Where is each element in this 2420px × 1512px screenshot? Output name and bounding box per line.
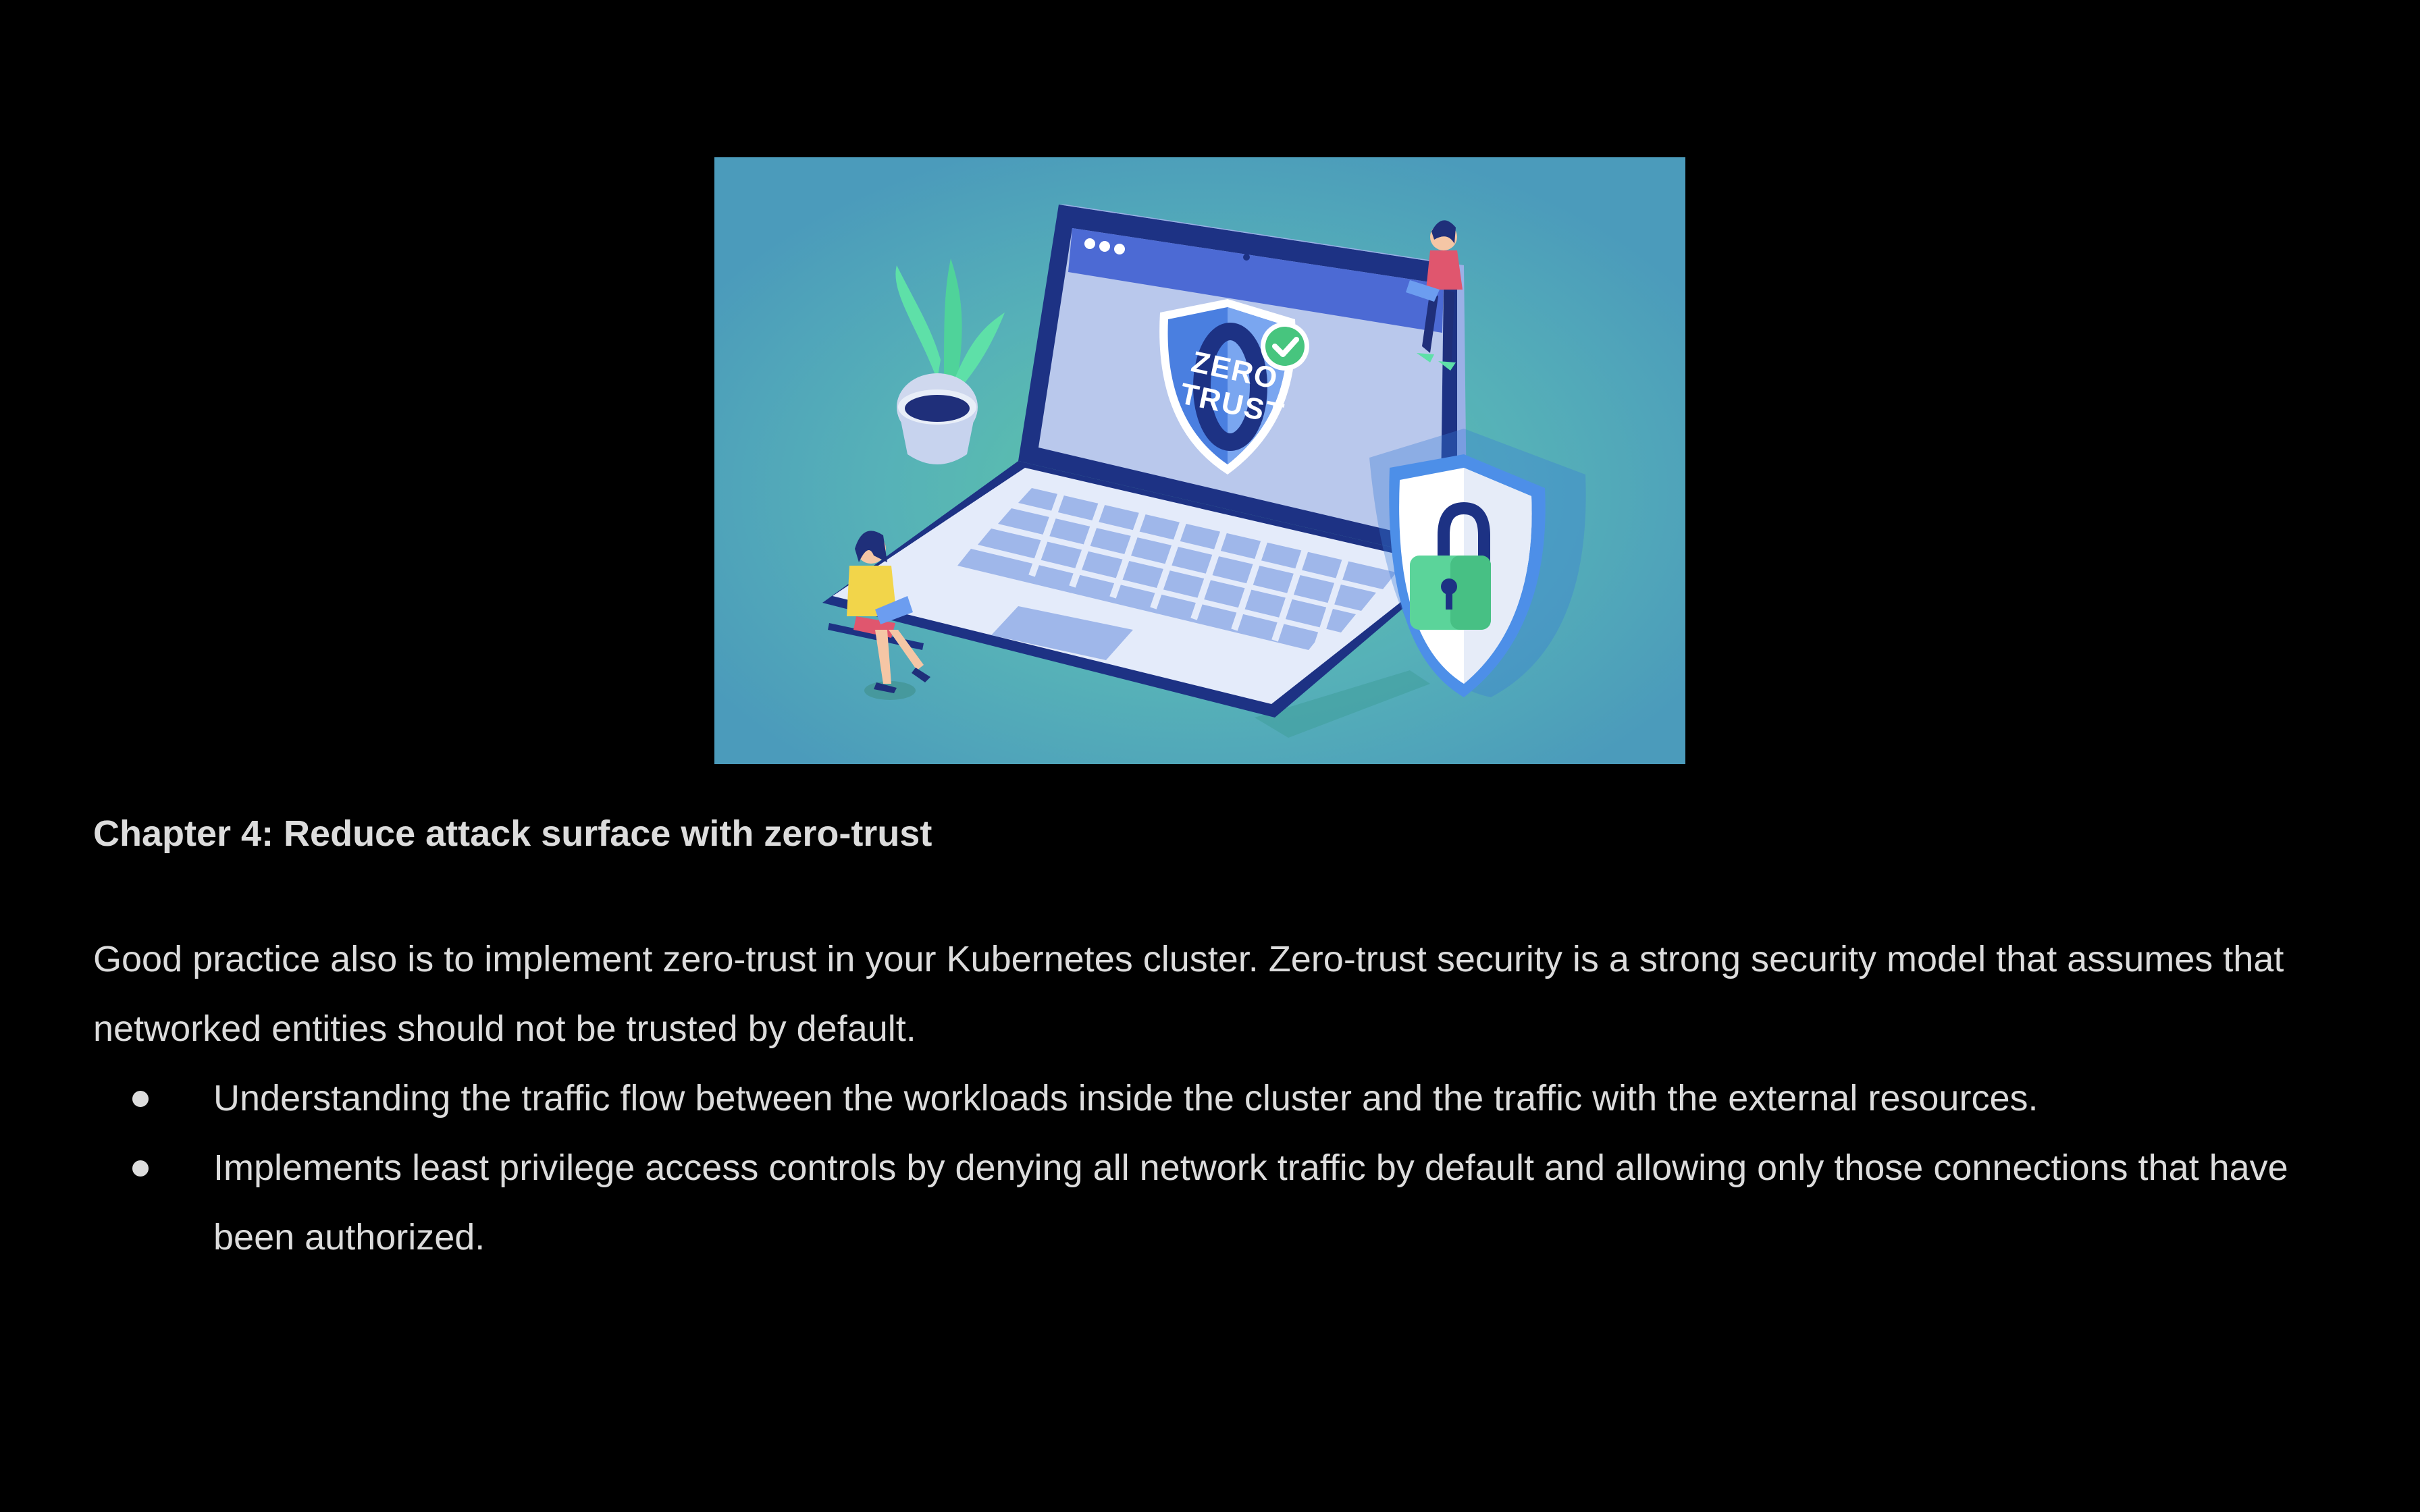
zero-trust-illustration: ZERO TRUST: [714, 157, 1685, 764]
bullet-text: Implements least privilege access contro…: [213, 1148, 2288, 1258]
chapter-heading: Chapter 4: Reduce attack surface with ze…: [93, 813, 932, 854]
bullet-icon: [132, 1091, 149, 1107]
bullet-list: Understanding the traffic flow between t…: [93, 1064, 2321, 1272]
article-content: Chapter 4: Reduce attack surface with ze…: [93, 803, 2321, 1272]
bullet-item: Implements least privilege access contro…: [93, 1133, 2321, 1272]
bullet-icon: [132, 1160, 149, 1177]
bullet-item: Understanding the traffic flow between t…: [93, 1064, 2321, 1133]
bullet-text: Understanding the traffic flow between t…: [213, 1078, 2038, 1118]
intro-paragraph: Good practice also is to implement zero-…: [93, 939, 2284, 1049]
